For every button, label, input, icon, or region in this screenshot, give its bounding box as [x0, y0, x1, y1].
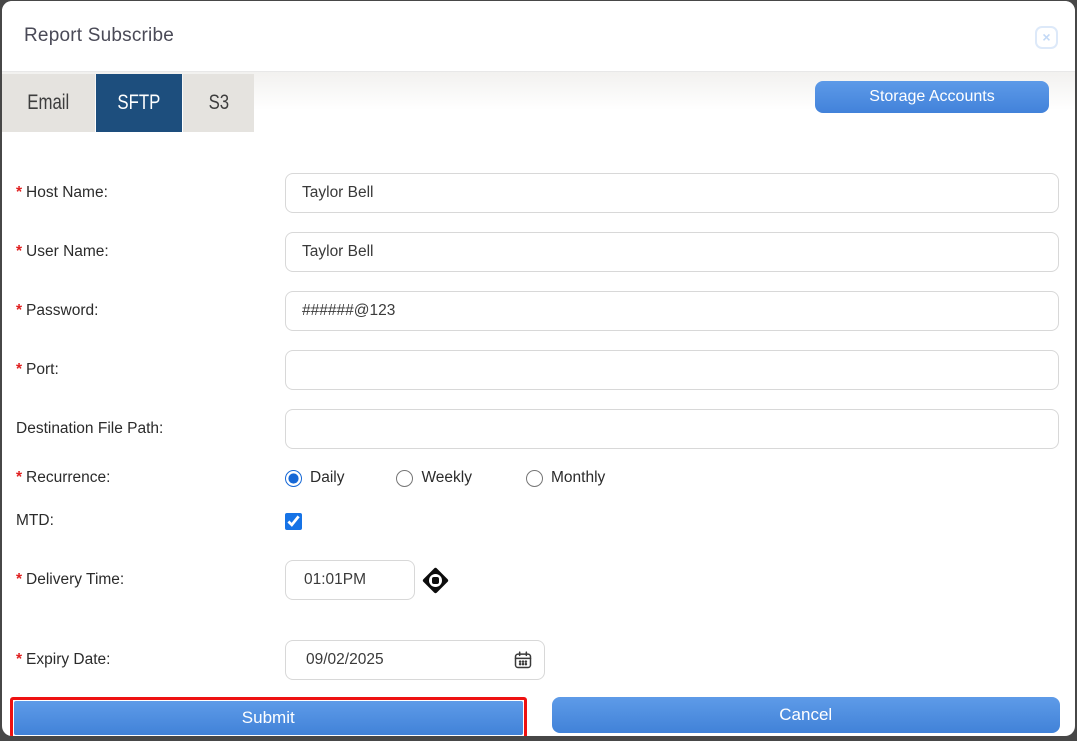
- recurrence-label: *Recurrence:: [16, 469, 285, 487]
- required-marker: *: [16, 243, 22, 260]
- radio-monthly[interactable]: [526, 470, 543, 487]
- mtd-row: MTD:: [16, 512, 1059, 530]
- required-marker: *: [16, 651, 22, 668]
- host-name-label: *Host Name:: [16, 184, 285, 202]
- destination-file-path-input[interactable]: [285, 409, 1059, 449]
- radio-weekly[interactable]: [396, 470, 413, 487]
- mtd-checkbox[interactable]: [285, 513, 302, 530]
- expiry-date-label: *Expiry Date:: [16, 651, 285, 669]
- report-subscribe-dialog: Report Subscribe × Email SFTP S3 Storage…: [2, 1, 1075, 736]
- expiry-date-field: [285, 640, 545, 680]
- dialog-backdrop: Report Subscribe × Email SFTP S3 Storage…: [0, 0, 1077, 741]
- page-title: Report Subscribe: [24, 25, 174, 47]
- action-buttons: Submit Cancel: [2, 697, 1075, 736]
- tab-email-label: Email: [27, 91, 69, 115]
- time-picker-icon[interactable]: [422, 567, 449, 594]
- submit-highlight-annotation: Submit: [10, 697, 527, 736]
- submit-button[interactable]: Submit: [14, 701, 523, 735]
- close-icon: ×: [1042, 29, 1050, 45]
- port-input[interactable]: [285, 350, 1059, 390]
- required-marker: *: [16, 184, 22, 201]
- destination-file-path-label: Destination File Path:: [16, 420, 285, 438]
- calendar-icon[interactable]: [513, 650, 533, 670]
- password-input[interactable]: [285, 291, 1059, 331]
- required-marker: *: [16, 469, 22, 486]
- tab-s3-label: S3: [208, 91, 229, 115]
- recurrence-option-weekly[interactable]: Weekly: [396, 469, 472, 487]
- expiry-date-row: *Expiry Date:: [16, 640, 1059, 680]
- sftp-form: *Host Name: *User Name: *Password: *Port…: [2, 136, 1075, 680]
- destination-file-path-row: Destination File Path:: [16, 409, 1059, 449]
- recurrence-option-daily[interactable]: Daily: [285, 469, 344, 487]
- port-label: *Port:: [16, 361, 285, 379]
- storage-accounts-button[interactable]: Storage Accounts: [815, 81, 1049, 113]
- tab-group: Email SFTP S3: [2, 74, 254, 132]
- password-row: *Password:: [16, 291, 1059, 331]
- expiry-date-input[interactable]: [285, 640, 545, 680]
- user-name-input[interactable]: [285, 232, 1059, 272]
- required-marker: *: [16, 571, 22, 588]
- port-row: *Port:: [16, 350, 1059, 390]
- tab-sftp-label: SFTP: [118, 91, 161, 115]
- dialog-header: Report Subscribe ×: [2, 1, 1075, 72]
- tab-strip: Email SFTP S3 Storage Accounts: [2, 72, 1075, 136]
- password-label: *Password:: [16, 302, 285, 320]
- radio-daily[interactable]: [285, 470, 302, 487]
- cancel-button[interactable]: Cancel: [552, 697, 1061, 733]
- recurrence-option-monthly[interactable]: Monthly: [526, 469, 605, 487]
- host-name-row: *Host Name:: [16, 173, 1059, 213]
- delivery-time-row: *Delivery Time:: [16, 560, 1059, 600]
- user-name-row: *User Name:: [16, 232, 1059, 272]
- user-name-label: *User Name:: [16, 243, 285, 261]
- required-marker: *: [16, 361, 22, 378]
- delivery-time-label: *Delivery Time:: [16, 571, 285, 589]
- host-name-input[interactable]: [285, 173, 1059, 213]
- required-marker: *: [16, 302, 22, 319]
- recurrence-radio-group: Daily Weekly Monthly: [285, 469, 657, 487]
- close-button[interactable]: ×: [1035, 26, 1058, 49]
- tab-s3[interactable]: S3: [183, 74, 254, 132]
- delivery-time-input[interactable]: [285, 560, 415, 600]
- recurrence-row: *Recurrence: Daily Weekly Monthly: [16, 468, 1059, 488]
- tab-email[interactable]: Email: [2, 74, 95, 132]
- mtd-label: MTD:: [16, 512, 285, 530]
- tab-sftp[interactable]: SFTP: [96, 74, 182, 132]
